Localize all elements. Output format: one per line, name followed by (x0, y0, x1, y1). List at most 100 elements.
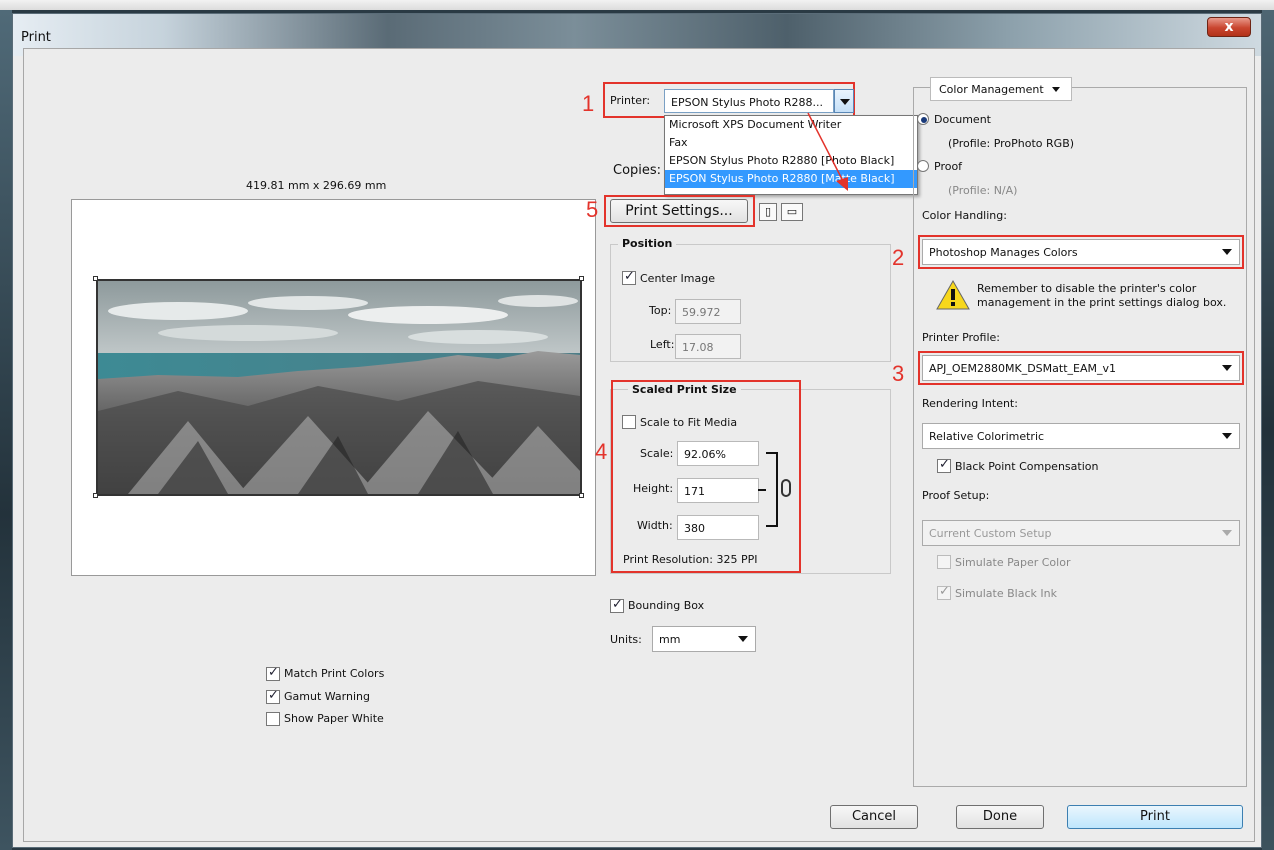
annotation-arrow (807, 112, 848, 191)
annotation-2: 2 (892, 245, 905, 270)
units-label: Units: (610, 633, 642, 646)
print-resolution: Print Resolution: 325 PPI (623, 553, 758, 566)
landscape-image (98, 281, 580, 494)
warning-text: Remember to disable the printer's color … (977, 282, 1227, 309)
scale-to-fit-label: Scale to Fit Media (640, 416, 738, 429)
show-paper-white-label: Show Paper White (284, 712, 384, 725)
resize-handle-bl[interactable] (93, 493, 98, 498)
rendering-intent-value: Relative Colorimetric (929, 430, 1045, 443)
print-settings-button[interactable]: Print Settings... (610, 199, 748, 223)
chevron-down-icon (1222, 530, 1232, 536)
color-handling-label: Color Handling: (922, 209, 1007, 222)
printer-option[interactable]: EPSON Stylus Photo R2880 [Photo Black] (665, 152, 917, 170)
color-management-menu[interactable]: Color Management (930, 77, 1072, 101)
annotation-1: 1 (582, 91, 595, 116)
proof-setup-value: Current Custom Setup (929, 527, 1052, 540)
height-input[interactable]: 171 (677, 478, 759, 503)
printer-option[interactable]: Fax (665, 134, 917, 152)
printer-profile-select[interactable]: APJ_OEM2880MK_DSMatt_EAM_v1 (922, 355, 1240, 381)
warning-icon (936, 279, 970, 310)
resize-handle-tl[interactable] (93, 276, 98, 281)
print-dimensions: 419.81 mm x 296.69 mm (246, 179, 387, 192)
print-dialog: Print x 419.81 mm x 296.69 mm ✓ Match Pr… (12, 13, 1262, 848)
scaled-print-size-title: Scaled Print Size (628, 383, 741, 396)
simulate-black-ink-checkbox[interactable] (937, 584, 951, 600)
printer-profile-value: APJ_OEM2880MK_DSMatt_EAM_v1 (929, 362, 1116, 375)
printer-option[interactable]: Microsoft XPS Document Writer (665, 116, 917, 134)
show-paper-white-checkbox[interactable] (266, 712, 280, 726)
document-radio[interactable] (917, 113, 929, 125)
cancel-button[interactable]: Cancel (830, 805, 918, 829)
rendering-intent-select[interactable]: Relative Colorimetric (922, 423, 1240, 449)
portrait-orientation-icon[interactable]: ▯ (759, 203, 777, 221)
done-button[interactable]: Done (956, 805, 1044, 829)
document-profile: (Profile: ProPhoto RGB) (948, 137, 1075, 150)
center-image-label: Center Image (640, 272, 715, 285)
units-value: mm (659, 633, 681, 646)
resize-handle-br[interactable] (579, 493, 584, 498)
gamut-warning-label: Gamut Warning (284, 690, 370, 703)
proof-setup-select[interactable]: Current Custom Setup (922, 520, 1240, 546)
simulate-black-ink-label: Simulate Black Ink (955, 587, 1057, 600)
color-handling-value: Photoshop Manages Colors (929, 246, 1078, 259)
units-select[interactable]: mm (652, 626, 756, 652)
chevron-down-icon (738, 636, 748, 642)
print-preview-paper (71, 199, 596, 576)
chevron-down-icon (840, 99, 850, 105)
link-icon[interactable] (781, 479, 791, 497)
width-label: Width: (637, 519, 673, 532)
annotation-3: 3 (892, 361, 905, 386)
color-handling-select[interactable]: Photoshop Manages Colors (922, 239, 1240, 265)
rendering-intent-label: Rendering Intent: (922, 397, 1018, 410)
annotation-4: 4 (595, 439, 608, 464)
proof-radio[interactable] (917, 160, 929, 172)
copies-label: Copies: (613, 163, 662, 178)
constrain-bracket (766, 452, 778, 527)
match-print-colors-label: Match Print Colors (284, 667, 385, 680)
constrain-bracket-tick (758, 489, 766, 491)
printer-selected-value: EPSON Stylus Photo R288... (671, 96, 824, 109)
left-label: Left: (650, 338, 675, 351)
printer-label: Printer: (610, 94, 651, 107)
printer-profile-label: Printer Profile: (922, 331, 1000, 344)
annotation-5: 5 (586, 197, 599, 222)
gamut-warning-checkbox[interactable] (266, 688, 280, 704)
left-input[interactable]: 17.08 (675, 334, 741, 359)
simulate-paper-color-label: Simulate Paper Color (955, 556, 1071, 569)
print-button[interactable]: Print (1067, 805, 1243, 829)
printer-dropdown-list: Microsoft XPS Document Writer Fax EPSON … (664, 115, 918, 195)
center-image-checkbox[interactable] (622, 269, 636, 285)
chevron-down-icon (1222, 365, 1232, 371)
scale-to-fit-checkbox[interactable] (622, 415, 636, 429)
bounding-box-label: Bounding Box (628, 599, 705, 612)
scale-input[interactable]: 92.06% (677, 441, 759, 466)
height-label: Height: (633, 482, 674, 495)
chevron-down-icon (1222, 249, 1232, 255)
width-input[interactable]: 380 (677, 515, 759, 540)
printer-dropdown-button[interactable] (834, 89, 854, 113)
color-management-menu-label: Color Management (939, 83, 1044, 96)
printer-option-selected[interactable]: EPSON Stylus Photo R2880 [Matte Black] (665, 170, 917, 188)
proof-label: Proof (934, 160, 963, 173)
window-title: Print (21, 30, 51, 45)
top-input[interactable]: 59.972 (675, 299, 741, 324)
chevron-down-icon (1052, 87, 1060, 92)
scale-label: Scale: (640, 447, 674, 460)
proof-setup-label: Proof Setup: (922, 489, 990, 502)
proof-profile: (Profile: N/A) (948, 184, 1018, 197)
document-label: Document (934, 113, 991, 126)
black-point-compensation-label: Black Point Compensation (955, 460, 1099, 473)
top-label: Top: (649, 304, 672, 317)
printer-select[interactable]: EPSON Stylus Photo R288... (664, 89, 834, 113)
position-title: Position (618, 237, 677, 250)
preview-image[interactable] (96, 279, 582, 496)
dialog-body: 419.81 mm x 296.69 mm ✓ Match Print Colo… (23, 48, 1255, 842)
bounding-box-checkbox[interactable] (610, 597, 624, 613)
match-print-colors-checkbox[interactable] (266, 665, 280, 681)
black-point-compensation-checkbox[interactable] (937, 457, 951, 473)
resize-handle-tr[interactable] (579, 276, 584, 281)
close-button[interactable]: x (1207, 17, 1251, 37)
chevron-down-icon (1222, 433, 1232, 439)
simulate-paper-color-checkbox[interactable] (937, 555, 951, 569)
landscape-orientation-icon[interactable]: ▭ (781, 203, 803, 221)
